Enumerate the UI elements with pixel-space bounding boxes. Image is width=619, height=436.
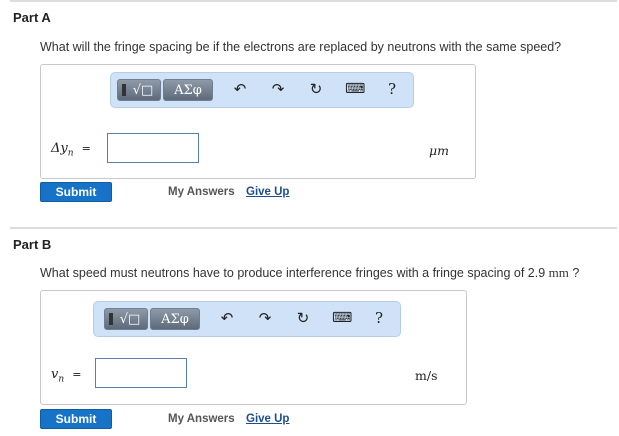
symbols-button[interactable]: ΑΣφ xyxy=(163,79,213,101)
redo-icon[interactable]: ↷ xyxy=(269,80,287,98)
keyboard-icon[interactable]: ⌨ xyxy=(332,309,352,327)
part-a-equation-toolbar: √□ ΑΣφ ↶ ↷ ↻ ⌨ ? xyxy=(110,72,414,108)
keyboard-icon[interactable]: ⌨ xyxy=(345,80,365,98)
part-b-variable-label: vn = xyxy=(51,367,82,385)
redo-icon[interactable]: ↷ xyxy=(256,309,274,327)
part-a-answer-box: √□ ΑΣφ ↶ ↷ ↻ ⌨ ? Δyn = μm xyxy=(40,64,476,179)
part-a-question: What will the fringe spacing be if the e… xyxy=(40,40,562,54)
part-a-variable-label: Δyn = xyxy=(51,141,91,159)
cursor-block-icon xyxy=(122,84,126,96)
reset-icon[interactable]: ↻ xyxy=(307,80,325,98)
templates-button[interactable]: √□ xyxy=(104,308,148,330)
symbols-button[interactable]: ΑΣφ xyxy=(150,308,200,330)
part-b-submit-button[interactable]: Submit xyxy=(40,409,112,429)
part-b-title: Part B xyxy=(13,237,52,252)
part-b-answer-box: √□ ΑΣφ ↶ ↷ ↻ ⌨ ? vn = m/s xyxy=(40,290,467,405)
part-b-give-up-link[interactable]: Give Up xyxy=(246,413,289,425)
part-a-divider xyxy=(10,0,617,2)
part-b-question: What speed must neutrons have to produce… xyxy=(40,265,580,280)
part-b-divider xyxy=(10,227,617,229)
part-a: Part A What will the fringe spacing be i… xyxy=(0,0,619,218)
part-b: Part B What speed must neutrons have to … xyxy=(0,227,619,436)
part-a-unit: μm xyxy=(429,143,449,158)
part-a-my-answers-link[interactable]: My Answers xyxy=(168,186,235,198)
templates-button[interactable]: √□ xyxy=(117,79,161,101)
part-a-title: Part A xyxy=(13,10,51,25)
part-b-unit: m/s xyxy=(415,368,438,383)
cursor-block-icon xyxy=(109,313,113,325)
undo-icon[interactable]: ↶ xyxy=(218,309,236,327)
part-b-equation-toolbar: √□ ΑΣφ ↶ ↷ ↻ ⌨ ? xyxy=(93,301,401,337)
part-b-my-answers-link[interactable]: My Answers xyxy=(168,413,235,425)
help-icon[interactable]: ? xyxy=(370,309,388,327)
part-a-give-up-link[interactable]: Give Up xyxy=(246,186,289,198)
undo-icon[interactable]: ↶ xyxy=(231,80,249,98)
part-b-answer-input[interactable] xyxy=(95,358,187,388)
reset-icon[interactable]: ↻ xyxy=(294,309,312,327)
part-a-answer-input[interactable] xyxy=(107,133,199,163)
part-a-submit-button[interactable]: Submit xyxy=(40,182,112,202)
help-icon[interactable]: ? xyxy=(383,80,401,98)
